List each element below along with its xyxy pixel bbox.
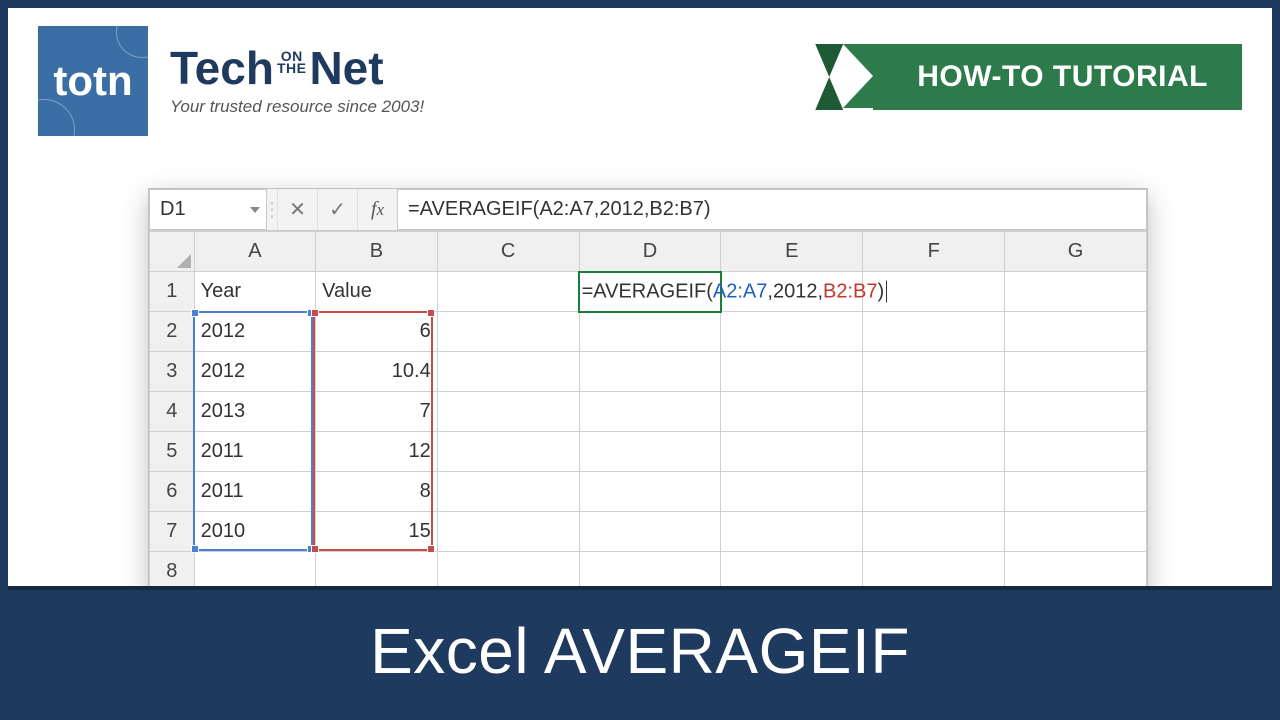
cell-D1-active[interactable]: =AVERAGEIF(A2:A7,2012,B2:B7) (579, 272, 721, 312)
cell-D4[interactable] (579, 392, 721, 432)
cell-C5[interactable] (437, 432, 579, 472)
cell-B5[interactable]: 12 (316, 432, 438, 472)
row-header-1[interactable]: 1 (150, 272, 195, 312)
tutorial-ribbon: HOW-TO TUTORIAL (873, 44, 1242, 110)
cell-D3[interactable] (579, 352, 721, 392)
page-title-banner: Excel AVERAGEIF (8, 586, 1272, 712)
enter-button[interactable]: ✓ (317, 189, 357, 230)
formula-criteria: 2012 (773, 280, 818, 302)
cell-G1[interactable] (1005, 272, 1147, 312)
row-header-6[interactable]: 6 (150, 472, 195, 512)
cell-A6[interactable]: 2011 (194, 472, 316, 512)
cell-F3[interactable] (863, 352, 1005, 392)
cell-C6[interactable] (437, 472, 579, 512)
ribbon-label: HOW-TO TUTORIAL (917, 60, 1208, 93)
cell-F7[interactable] (863, 512, 1005, 552)
brand-word1: Tech (170, 42, 274, 94)
logo-short: totn (53, 57, 132, 105)
formula-ref2: B2:B7 (823, 280, 877, 302)
cell-B3[interactable]: 10.4 (316, 352, 438, 392)
cell-A4[interactable]: 2013 (194, 392, 316, 432)
text-caret (886, 281, 887, 303)
brand-word2: Net (309, 42, 383, 94)
cell-B2[interactable]: 6 (316, 312, 438, 352)
row-header-4[interactable]: 4 (150, 392, 195, 432)
cell-C1[interactable] (437, 272, 579, 312)
excel-screenshot: D1 ⋮ ✕ ✓ fx =AVERAGEIF(A2:A7,2012,B2:B7) (148, 188, 1148, 593)
col-header-B[interactable]: B (316, 232, 438, 272)
cell-E5[interactable] (721, 432, 863, 472)
col-header-C[interactable]: C (437, 232, 579, 272)
row-header-5[interactable]: 5 (150, 432, 195, 472)
cell-E2[interactable] (721, 312, 863, 352)
brand-mid-bot: THE (277, 60, 307, 76)
logo-box: totn (38, 26, 148, 136)
cell-G3[interactable] (1005, 352, 1147, 392)
row-header-7[interactable]: 7 (150, 512, 195, 552)
cell-B7[interactable]: 15 (316, 512, 438, 552)
select-all-corner[interactable] (150, 232, 195, 272)
col-header-A[interactable]: A (194, 232, 316, 272)
cell-F2[interactable] (863, 312, 1005, 352)
insert-function-button[interactable]: fx (357, 189, 397, 230)
cell-E4[interactable] (721, 392, 863, 432)
page-title: Excel AVERAGEIF (370, 615, 910, 687)
cell-A3[interactable]: 2012 (194, 352, 316, 392)
formula-close: ) (878, 280, 885, 302)
cell-G4[interactable] (1005, 392, 1147, 432)
cell-A7[interactable]: 2010 (194, 512, 316, 552)
cell-E3[interactable] (721, 352, 863, 392)
formula-bar-input[interactable]: =AVERAGEIF(A2:A7,2012,B2:B7) (397, 189, 1147, 230)
cell-E7[interactable] (721, 512, 863, 552)
cell-F6[interactable] (863, 472, 1005, 512)
col-header-F[interactable]: F (863, 232, 1005, 272)
cell-B6[interactable]: 8 (316, 472, 438, 512)
cell-G2[interactable] (1005, 312, 1147, 352)
col-header-E[interactable]: E (721, 232, 863, 272)
cell-A2[interactable]: 2012 (194, 312, 316, 352)
formula-bar-text: =AVERAGEIF(A2:A7,2012,B2:B7) (408, 198, 711, 221)
row-header-3[interactable]: 3 (150, 352, 195, 392)
cell-B4[interactable]: 7 (316, 392, 438, 432)
chevron-down-icon[interactable] (250, 207, 260, 213)
brand-tagline: Your trusted resource since 2003! (170, 97, 424, 117)
cell-B1[interactable]: Value (316, 272, 438, 312)
cell-E6[interactable] (721, 472, 863, 512)
name-box[interactable]: D1 (149, 189, 267, 230)
cancel-button[interactable]: ✕ (277, 189, 317, 230)
cell-D2[interactable] (579, 312, 721, 352)
cell-F5[interactable] (863, 432, 1005, 472)
cell-A1[interactable]: Year (194, 272, 316, 312)
cell-C4[interactable] (437, 392, 579, 432)
spreadsheet-grid[interactable]: A B C D E F G 1 Year Value =AVERAGEIF(A2… (149, 231, 1147, 592)
formula-eq: =AVERAGEIF( (582, 280, 713, 302)
cell-G7[interactable] (1005, 512, 1147, 552)
cell-D5[interactable] (579, 432, 721, 472)
formula-bar-row: D1 ⋮ ✕ ✓ fx =AVERAGEIF(A2:A7,2012,B2:B7) (149, 189, 1147, 231)
cell-A5[interactable]: 2011 (194, 432, 316, 472)
cell-G6[interactable] (1005, 472, 1147, 512)
cell-C2[interactable] (437, 312, 579, 352)
cell-D6[interactable] (579, 472, 721, 512)
cell-C3[interactable] (437, 352, 579, 392)
name-box-value: D1 (160, 198, 186, 221)
separator: ⋮ (267, 189, 277, 230)
row-header-2[interactable]: 2 (150, 312, 195, 352)
col-header-G[interactable]: G (1005, 232, 1147, 272)
cell-C7[interactable] (437, 512, 579, 552)
brand-logo-group: totn TechONTHENet Your trusted resource … (38, 26, 424, 136)
brand-title: TechONTHENet (170, 45, 424, 91)
formula-ref1: A2:A7 (713, 280, 767, 302)
col-header-D[interactable]: D (579, 232, 721, 272)
cell-D7[interactable] (579, 512, 721, 552)
cell-F4[interactable] (863, 392, 1005, 432)
cell-G5[interactable] (1005, 432, 1147, 472)
